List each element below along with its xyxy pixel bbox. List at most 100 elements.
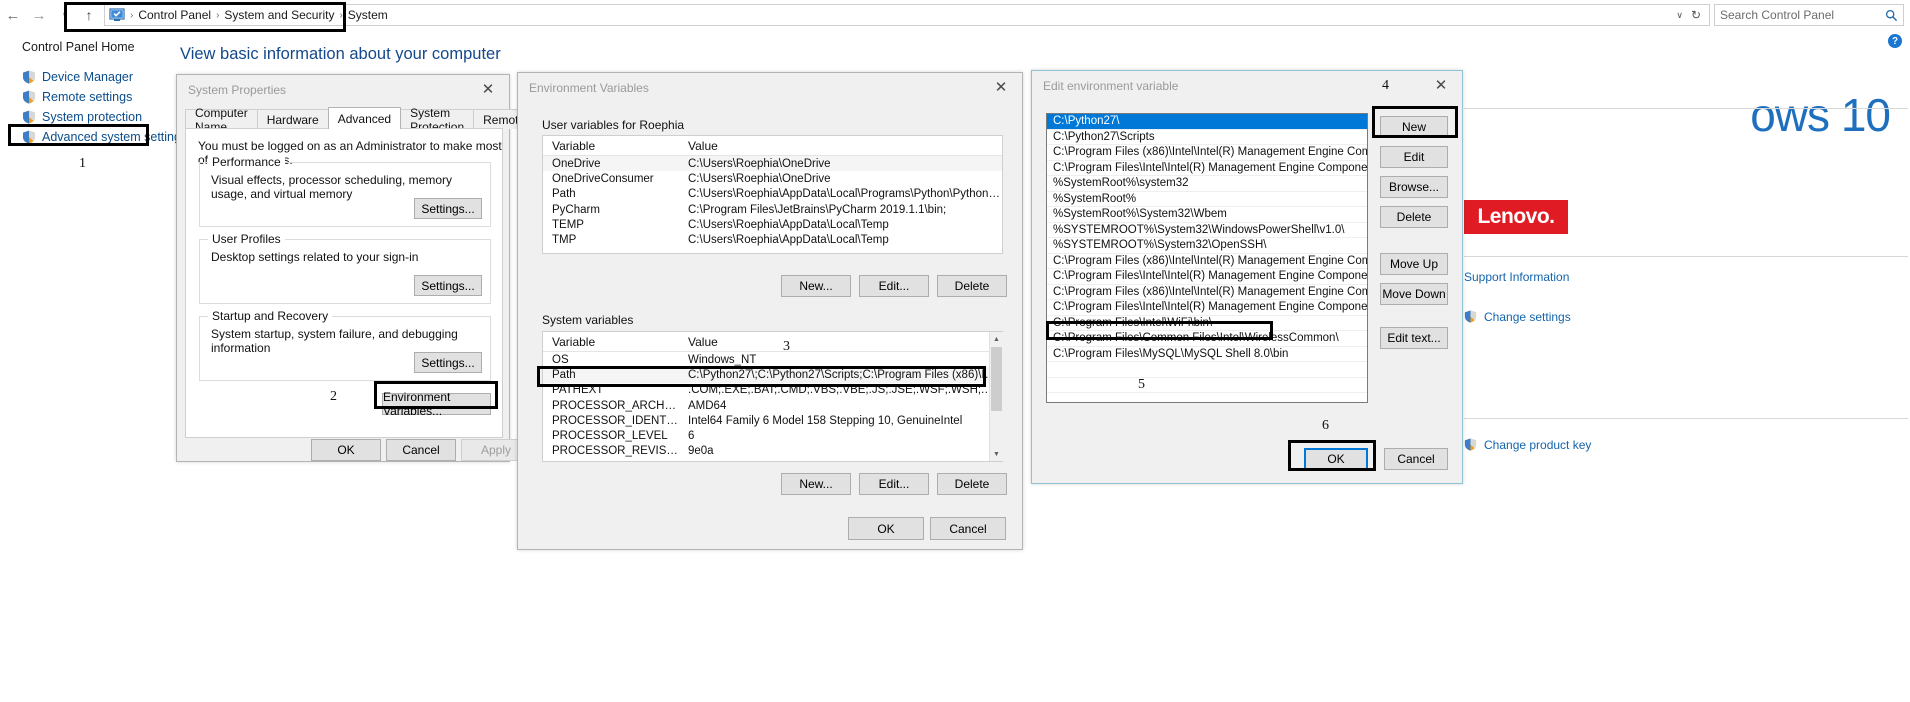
performance-settings-button[interactable]: Settings... — [414, 198, 482, 219]
address-bar[interactable]: › Control Panel › System and Security › … — [104, 4, 1710, 26]
tab-hardware[interactable]: Hardware — [256, 109, 329, 129]
table-row[interactable]: PROCESSOR_REVISION 9e0a — [543, 444, 1002, 459]
list-item[interactable]: %SystemRoot% — [1047, 192, 1367, 207]
table-row[interactable]: OneDrive C:\Users\Roephia\OneDrive — [543, 156, 1002, 172]
environment-variables-button[interactable]: Environment Variables... — [382, 390, 491, 418]
support-information-link[interactable]: Support Information — [1464, 270, 1569, 284]
up-button[interactable]: ↑ — [78, 2, 100, 28]
tab-advanced[interactable]: Advanced — [327, 107, 402, 129]
annotation-number-6: 6 — [1322, 418, 1329, 433]
list-item-empty[interactable] — [1047, 393, 1367, 402]
list-item[interactable]: C:\Program Files (x86)\Intel\Intel(R) Ma… — [1047, 254, 1367, 269]
scrollbar-thumb[interactable] — [991, 347, 1002, 411]
system-variables-delete-button[interactable]: Delete — [937, 473, 1007, 495]
chevron-down-icon: ∨ — [61, 9, 69, 20]
sidebar-item-device-manager[interactable]: Device Manager — [22, 70, 133, 84]
list-item[interactable]: C:\Python27\ — [1047, 114, 1367, 130]
list-item[interactable]: C:\Program Files\Common Files\Intel\Wire… — [1047, 331, 1367, 347]
column-header-variable[interactable]: Variable — [543, 139, 679, 153]
user-variables-list[interactable]: Variable Value OneDrive C:\Users\Roephia… — [542, 135, 1003, 254]
list-item[interactable]: C:\Program Files\Intel\Intel(R) Manageme… — [1047, 300, 1367, 316]
sidebar-item-system-protection[interactable]: System protection — [22, 110, 142, 124]
path-entries-list[interactable]: C:\Python27\ C:\Python27\Scripts C:\Prog… — [1046, 113, 1368, 403]
system-variables-list[interactable]: Variable Value OS Windows_NT Path C:\Pyt… — [542, 331, 1003, 462]
edit-environment-variable-cancel-button[interactable]: Cancel — [1384, 448, 1448, 470]
environment-variables-ok-button[interactable]: OK — [848, 517, 924, 540]
address-dropdown-icon[interactable]: ∨ — [1676, 10, 1683, 21]
windows-brand-text: ows 10 — [1750, 89, 1891, 141]
sidebar-item-control-panel-home[interactable]: Control Panel Home — [22, 40, 135, 54]
forward-icon: → — [31, 6, 47, 24]
system-variables-new-button[interactable]: New... — [781, 473, 851, 495]
performance-group-text: Visual effects, processor scheduling, me… — [211, 173, 453, 201]
breadcrumb-system[interactable]: System — [345, 8, 391, 22]
list-item-empty[interactable] — [1047, 362, 1367, 378]
change-product-key-link[interactable]: Change product key — [1464, 438, 1591, 452]
table-row[interactable]: PyCharm C:\Program Files\JetBrains\PyCha… — [543, 202, 1002, 217]
close-icon[interactable]: ✕ — [467, 75, 509, 103]
search-input[interactable]: Search Control Panel — [1714, 4, 1904, 26]
scroll-down-icon[interactable]: ▼ — [990, 447, 1003, 461]
list-item[interactable]: C:\Program Files\Intel\Intel(R) Manageme… — [1047, 161, 1367, 176]
list-item[interactable]: %SystemRoot%\System32\Wbem — [1047, 207, 1367, 223]
list-item-empty[interactable] — [1047, 378, 1367, 393]
path-delete-button[interactable]: Delete — [1380, 206, 1448, 228]
list-item[interactable]: C:\Program Files (x86)\Intel\Intel(R) Ma… — [1047, 145, 1367, 161]
breadcrumb-system-and-security[interactable]: System and Security — [221, 8, 337, 22]
user-variables-delete-button[interactable]: Delete — [937, 275, 1007, 297]
refresh-icon[interactable]: ↻ — [1691, 8, 1701, 22]
table-row[interactable]: PROCESSOR_ARCHITECTURE AMD64 — [543, 398, 1002, 413]
user-variables-new-button[interactable]: New... — [781, 275, 851, 297]
list-item[interactable]: C:\Program Files\Intel\WiFi\bin\ — [1047, 316, 1367, 331]
user-variables-edit-button[interactable]: Edit... — [859, 275, 929, 297]
column-header-value[interactable]: Value — [679, 335, 1002, 349]
recent-locations-button[interactable]: ∨ — [52, 2, 78, 28]
sidebar-item-advanced-system-settings[interactable]: Advanced system settings — [22, 130, 187, 144]
list-item[interactable]: %SystemRoot%\system32 — [1047, 176, 1367, 192]
path-edit-button[interactable]: Edit — [1380, 146, 1448, 168]
path-move-up-button[interactable]: Move Up — [1380, 253, 1448, 275]
list-item[interactable]: C:\Program Files (x86)\Intel\Intel(R) Ma… — [1047, 285, 1367, 300]
tab-system-protection[interactable]: System Protection — [400, 106, 475, 134]
list-item[interactable]: C:\Program Files\Intel\Intel(R) Manageme… — [1047, 269, 1367, 285]
change-settings-link[interactable]: Change settings — [1464, 310, 1571, 324]
list-item[interactable]: %SYSTEMROOT%\System32\WindowsPowerShell\… — [1047, 223, 1367, 238]
table-row[interactable]: TEMP C:\Users\Roephia\AppData\Local\Temp — [543, 217, 1002, 232]
forward-button[interactable]: → — [26, 2, 52, 28]
tab-computer-name[interactable]: Computer Name — [185, 106, 258, 134]
startup-recovery-settings-button[interactable]: Settings... — [414, 352, 482, 373]
path-new-button[interactable]: New — [1380, 116, 1448, 138]
back-button[interactable]: ← — [0, 2, 26, 28]
column-header-value[interactable]: Value — [679, 139, 1002, 153]
table-row[interactable]: PROCESSOR_IDENTIFIER Intel64 Family 6 Mo… — [543, 413, 1002, 428]
environment-variables-cancel-button[interactable]: Cancel — [930, 517, 1006, 540]
close-icon[interactable]: ✕ — [980, 73, 1022, 101]
breadcrumb-control-panel[interactable]: Control Panel — [135, 8, 214, 22]
system-variables-scrollbar[interactable]: ▲ ▼ — [989, 332, 1003, 461]
cell-variable: OS — [552, 353, 569, 366]
table-row[interactable]: PROCESSOR_LEVEL 6 — [543, 428, 1002, 443]
list-item[interactable]: %SYSTEMROOT%\System32\OpenSSH\ — [1047, 238, 1367, 254]
close-icon[interactable]: ✕ — [1420, 71, 1462, 99]
path-browse-button[interactable]: Browse... — [1380, 176, 1448, 198]
table-row[interactable]: TMP C:\Users\Roephia\AppData\Local\Temp — [543, 232, 1002, 247]
help-icon[interactable]: ? — [1888, 34, 1902, 48]
table-row[interactable]: OS Windows_NT — [543, 352, 1002, 367]
cell-variable: PROCESSOR_ARCHITECTURE — [552, 399, 679, 412]
user-profiles-settings-button[interactable]: Settings... — [414, 275, 482, 296]
list-item[interactable]: C:\Python27\Scripts — [1047, 130, 1367, 145]
table-row[interactable]: OneDriveConsumer C:\Users\Roephia\OneDri… — [543, 171, 1002, 186]
system-properties-ok-button[interactable]: OK — [311, 439, 381, 461]
list-item[interactable]: C:\Program Files\MySQL\MySQL Shell 8.0\b… — [1047, 347, 1367, 362]
scroll-up-icon[interactable]: ▲ — [990, 332, 1003, 346]
column-header-variable[interactable]: Variable — [543, 335, 679, 349]
system-variables-edit-button[interactable]: Edit... — [859, 473, 929, 495]
path-edit-text-button[interactable]: Edit text... — [1380, 327, 1448, 349]
sidebar-item-remote-settings[interactable]: Remote settings — [22, 90, 132, 104]
edit-environment-variable-ok-button[interactable]: OK — [1304, 448, 1368, 470]
system-properties-cancel-button[interactable]: Cancel — [386, 439, 456, 461]
path-move-down-button[interactable]: Move Down — [1380, 283, 1448, 305]
table-row[interactable]: PATHEXT .COM;.EXE;.BAT;.CMD;.VBS;.VBE;.J… — [543, 383, 1002, 398]
table-row[interactable]: Path C:\Python27\;C:\Python27\Scripts;C:… — [543, 367, 1002, 383]
table-row[interactable]: Path C:\Users\Roephia\AppData\Local\Prog… — [543, 187, 1002, 202]
